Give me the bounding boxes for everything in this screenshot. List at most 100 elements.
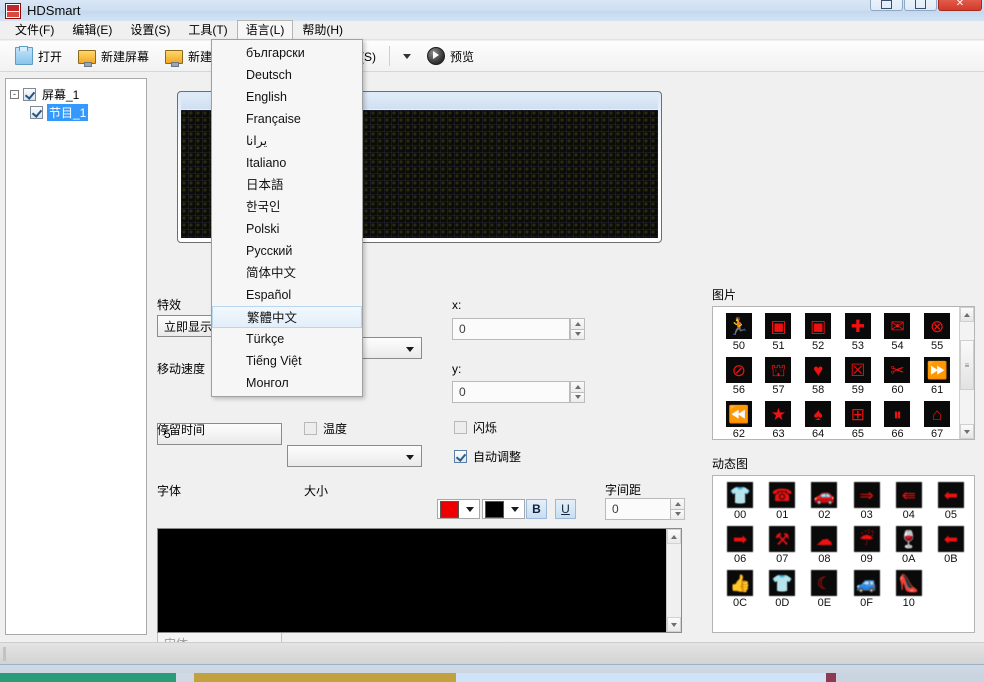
language-option-0[interactable]: български <box>212 42 362 64</box>
gallery-item[interactable]: ⬅0B <box>930 526 972 566</box>
text-editor-scrollbar[interactable] <box>666 529 681 632</box>
maximize-button[interactable] <box>904 0 937 11</box>
gallery-item[interactable]: ☾0E <box>803 570 845 610</box>
gallery-item[interactable]: ⇚04 <box>888 482 930 522</box>
gallery-item[interactable]: 👕0D <box>761 570 803 610</box>
underline-button[interactable]: U <box>555 499 576 519</box>
new-screen-button[interactable]: 新建屏幕 <box>71 46 156 67</box>
language-option-11[interactable]: Español <box>212 284 362 306</box>
gallery-item[interactable]: 🚙0F <box>846 570 888 610</box>
taskbar-segment-2[interactable] <box>194 673 456 682</box>
gallery-item[interactable]: 👕00 <box>719 482 761 522</box>
language-option-14[interactable]: Tiếng Việt <box>212 350 362 372</box>
menu-tools[interactable]: 工具(T) <box>179 20 236 40</box>
gallery-item[interactable]: ▣52 <box>798 313 838 353</box>
gallery-item[interactable]: 👠10 <box>888 570 930 610</box>
language-option-7[interactable]: 한국인 <box>212 196 362 218</box>
language-option-12[interactable]: 繁體中文 <box>212 306 362 328</box>
x-stepper-up[interactable] <box>570 318 585 329</box>
gallery-item[interactable]: ⏩61 <box>917 357 957 397</box>
menu-language[interactable]: 语言(L) <box>237 20 294 40</box>
gallery-item[interactable]: ⊗55 <box>917 313 957 353</box>
y-input[interactable]: 0 <box>452 381 570 403</box>
images-gallery[interactable]: 🏃50▣51▣52✚53✉54⊗55⊘56⛫57♥58☒59✂60⏩61⏪62★… <box>712 306 975 440</box>
x-input[interactable]: 0 <box>452 318 570 340</box>
gallery-item[interactable]: ☁08 <box>803 526 845 566</box>
char-spacing-stepper[interactable] <box>670 498 685 520</box>
y-stepper-down[interactable] <box>570 392 585 404</box>
language-dropdown-menu[interactable]: българскиDeutschEnglishFrançaiseیراناIta… <box>211 39 363 397</box>
gallery-item[interactable]: ✉54 <box>878 313 918 353</box>
taskbar[interactable] <box>0 664 984 682</box>
char-spacing-stepper-up[interactable] <box>670 498 685 509</box>
menu-edit[interactable]: 编辑(E) <box>63 20 121 40</box>
images-scroll-up[interactable] <box>960 307 974 322</box>
images-scroll-track[interactable]: ≡ <box>960 322 974 424</box>
gallery-item[interactable]: ▣51 <box>759 313 799 353</box>
gallery-item[interactable]: ⇒03 <box>846 482 888 522</box>
gallery-item[interactable]: ⊘56 <box>719 357 759 397</box>
temperature-checkbox[interactable] <box>304 422 317 435</box>
gallery-item[interactable]: ⏪62 <box>719 401 759 440</box>
x-stepper[interactable] <box>570 318 585 340</box>
taskbar-segment-1[interactable] <box>176 673 194 682</box>
gallery-item[interactable]: ♠64 <box>798 401 838 440</box>
language-option-13[interactable]: Türkçe <box>212 328 362 350</box>
y-stepper[interactable] <box>570 381 585 403</box>
y-stepper-up[interactable] <box>570 381 585 392</box>
text-editor[interactable] <box>157 528 682 633</box>
text-editor-area[interactable] <box>158 529 666 632</box>
language-option-6[interactable]: 日本語 <box>212 174 362 196</box>
gallery-item[interactable]: ⛫57 <box>759 357 799 397</box>
gallery-item[interactable]: ⚒07 <box>761 526 803 566</box>
bold-button[interactable]: B <box>526 499 547 519</box>
language-option-5[interactable]: Italiano <box>212 152 362 174</box>
chevron-down-icon[interactable] <box>403 54 411 59</box>
char-spacing-stepper-down[interactable] <box>670 509 685 521</box>
tree-expander-icon[interactable]: - <box>10 90 19 99</box>
x-stepper-down[interactable] <box>570 329 585 341</box>
taskbar-segment-4[interactable] <box>826 673 836 682</box>
blink-checkbox[interactable] <box>454 421 467 434</box>
autofit-checkbox-row[interactable]: 自动调整 <box>454 448 521 465</box>
close-button[interactable]: ✕ <box>938 0 982 11</box>
scroll-up-button[interactable] <box>667 529 681 544</box>
gallery-item[interactable]: ☎01 <box>761 482 803 522</box>
menu-file[interactable]: 文件(F) <box>6 20 63 40</box>
language-option-4[interactable]: یرانا <box>212 130 362 152</box>
gallery-item[interactable]: ☒59 <box>838 357 878 397</box>
language-option-3[interactable]: Française <box>212 108 362 130</box>
minimize-button[interactable] <box>870 0 903 11</box>
scroll-down-button[interactable] <box>667 617 681 632</box>
foreground-color-picker[interactable] <box>437 499 480 519</box>
gallery-item[interactable]: 🍷0A <box>888 526 930 566</box>
images-scroll-thumb[interactable]: ≡ <box>960 340 974 390</box>
menu-settings[interactable]: 设置(S) <box>121 20 179 40</box>
gallery-item[interactable]: ☔09 <box>846 526 888 566</box>
background-color-picker[interactable] <box>482 499 525 519</box>
tree-checkbox-screen[interactable] <box>23 88 36 101</box>
taskbar-segment-0[interactable] <box>0 673 176 682</box>
gallery-item[interactable]: ✂60 <box>878 357 918 397</box>
speed-select-secondary[interactable] <box>287 445 422 467</box>
animations-gallery[interactable]: 👕00☎01🚗02⇒03⇚04⬅05➡06⚒07☁08☔09🍷0A⬅0B👍0C👕… <box>712 475 975 633</box>
gallery-item[interactable]: ✚53 <box>838 313 878 353</box>
language-option-2[interactable]: English <box>212 86 362 108</box>
gallery-item[interactable]: ➡06 <box>719 526 761 566</box>
taskbar-segment-5[interactable] <box>836 673 984 682</box>
tree-checkbox-program[interactable] <box>30 106 43 119</box>
gallery-item[interactable]: 🏃50 <box>719 313 759 353</box>
language-option-8[interactable]: Polski <box>212 218 362 240</box>
gallery-item[interactable]: ⏸66 <box>878 401 918 440</box>
tree-row-screen[interactable]: - 屏幕_1 <box>10 85 142 103</box>
images-scroll-down[interactable] <box>960 424 974 439</box>
new-program-button[interactable]: 新建 <box>158 46 219 67</box>
gallery-item[interactable]: ★63 <box>759 401 799 440</box>
taskbar-segment-3[interactable] <box>456 673 826 682</box>
temperature-checkbox-row[interactable]: 温度 <box>304 420 347 437</box>
preview-button[interactable]: 预览 <box>420 45 481 67</box>
autofit-checkbox[interactable] <box>454 450 467 463</box>
blink-checkbox-row[interactable]: 闪烁 <box>454 419 497 436</box>
menu-help[interactable]: 帮助(H) <box>293 20 352 40</box>
language-option-15[interactable]: Монгол <box>212 372 362 394</box>
